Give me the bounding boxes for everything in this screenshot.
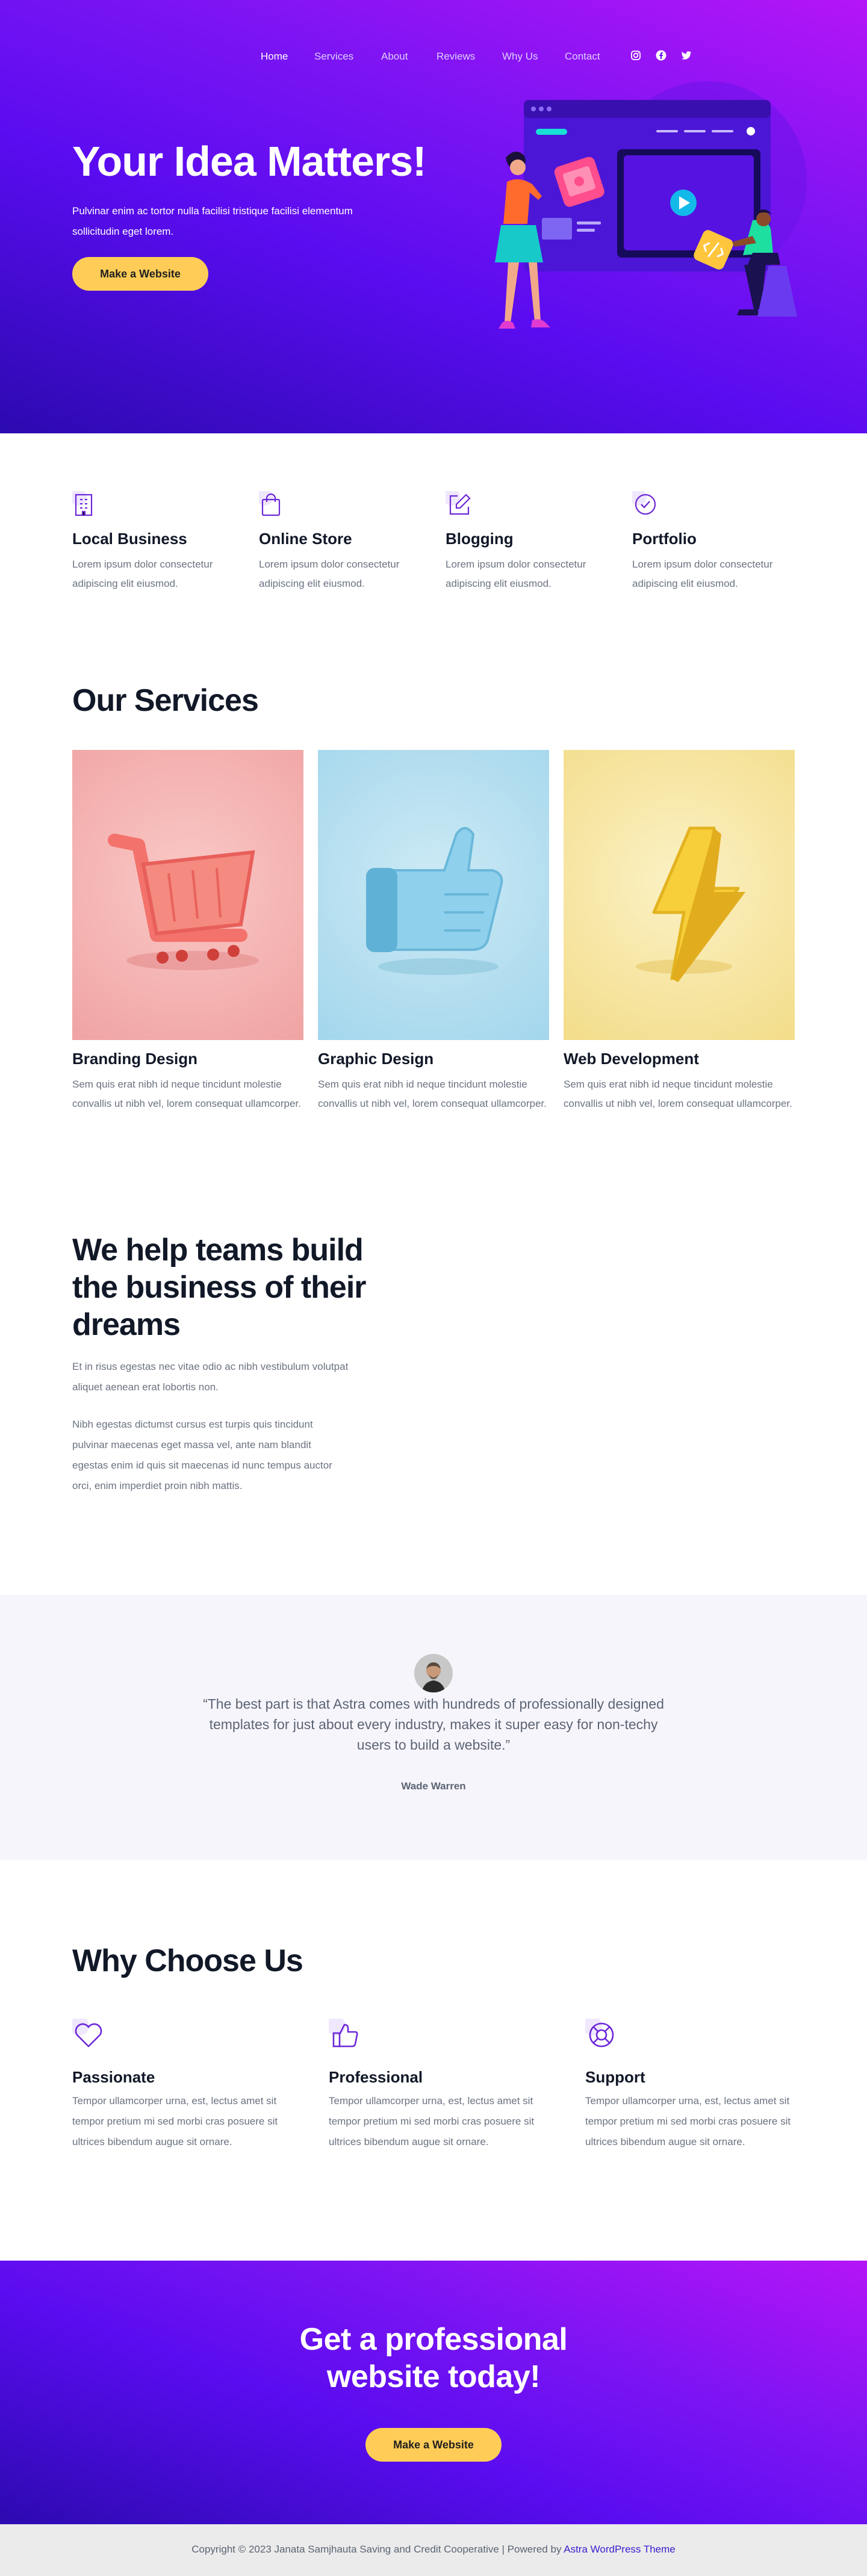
testimonial-author: Wade Warren: [401, 1780, 466, 1792]
shopping-cart-image: [72, 750, 303, 1040]
feature-blogging: Blogging Lorem ipsum dolor consectetur a…: [443, 489, 614, 589]
nav-home[interactable]: Home: [261, 51, 288, 63]
service-card-web[interactable]: Web Development Sem quis erat nibh id ne…: [564, 750, 795, 1109]
why-item-title: Professional: [329, 2068, 423, 2086]
feature-text: Lorem ipsum dolor consectetur adipiscing…: [446, 559, 586, 589]
why-title: Why Choose Us: [72, 1943, 303, 1978]
help-title: We help teams build the business of thei…: [72, 1233, 367, 1342]
service-title: Graphic Design: [318, 1050, 434, 1068]
nav-services[interactable]: Services: [314, 51, 353, 63]
why-item-passionate: Passionate Tempor ullamcorper urna, est,…: [70, 2016, 283, 2147]
nav-about[interactable]: About: [381, 51, 408, 63]
service-text: Sem quis erat nibh id neque tincidunt mo…: [72, 1079, 301, 1109]
service-text: Sem quis erat nibh id neque tincidunt mo…: [564, 1079, 792, 1109]
feature-title: Local Business: [72, 530, 187, 548]
hero-title: Your Idea Matters!: [72, 138, 426, 185]
hero-section: Home Services About Reviews Why Us Conta…: [0, 0, 867, 433]
cta-title: Get a professional website today!: [299, 2322, 568, 2394]
main-nav: Home Services About Reviews Why Us Conta…: [0, 48, 867, 66]
service-card-graphic[interactable]: Graphic Design Sem quis erat nibh id neq…: [318, 750, 549, 1109]
feature-local-business: Local Business Lorem ipsum dolor consect…: [70, 489, 241, 589]
feature-title: Online Store: [259, 530, 352, 548]
feature-text: Lorem ipsum dolor consectetur adipiscing…: [72, 559, 213, 589]
why-item-support: Support Tempor ullamcorper urna, est, le…: [583, 2016, 796, 2147]
building-icon: [70, 489, 99, 518]
feature-text: Lorem ipsum dolor consectetur adipiscing…: [632, 559, 773, 589]
make-website-button[interactable]: Make a Website: [72, 257, 208, 291]
feature-title: Portfolio: [632, 530, 697, 548]
testimonial-quote: “The best part is that Astra comes with …: [203, 1696, 664, 1753]
thumbs-up-icon: [326, 2016, 361, 2051]
why-item-title: Passionate: [72, 2068, 155, 2086]
feature-title: Blogging: [446, 530, 514, 548]
service-title: Branding Design: [72, 1050, 198, 1068]
theme-link[interactable]: Astra WordPress Theme: [564, 2543, 676, 2555]
feature-text: Lorem ipsum dolor consectetur adipiscing…: [259, 559, 400, 589]
service-title: Web Development: [564, 1050, 699, 1068]
nav-reviews[interactable]: Reviews: [437, 51, 475, 63]
badge-check-icon: [630, 489, 659, 518]
why-item-text: Tempor ullamcorper urna, est, lectus ame…: [585, 2095, 791, 2147]
help-paragraph-1: Et in risus egestas nec vitae odio ac ni…: [72, 1361, 349, 1393]
service-text: Sem quis erat nibh id neque tincidunt mo…: [318, 1079, 547, 1109]
facebook-icon[interactable]: [655, 49, 668, 63]
heart-icon: [70, 2016, 105, 2051]
services-title: Our Services: [72, 683, 259, 718]
lifebuoy-icon: [583, 2016, 618, 2051]
service-card-branding[interactable]: Branding Design Sem quis erat nibh id ne…: [72, 750, 303, 1109]
thumbs-up-image: [318, 750, 549, 1040]
avatar: [414, 1654, 453, 1692]
twitter-icon[interactable]: [680, 49, 694, 63]
feature-online-store: Online Store Lorem ipsum dolor consectet…: [256, 489, 427, 589]
edit-icon: [443, 489, 472, 518]
copyright-text: Copyright © 2023 Janata Samjhauta Saving…: [191, 2543, 562, 2555]
why-item-professional: Professional Tempor ullamcorper urna, es…: [326, 2016, 539, 2147]
help-paragraph-2: Nibh egestas dictumst cursus est turpis …: [72, 1419, 332, 1491]
hero-illustration: [470, 78, 807, 367]
shopping-bag-icon: [256, 489, 285, 518]
feature-portfolio: Portfolio Lorem ipsum dolor consectetur …: [630, 489, 801, 589]
cta-make-website-button[interactable]: Make a Website: [365, 2428, 502, 2462]
why-item-text: Tempor ullamcorper urna, est, lectus ame…: [329, 2095, 535, 2147]
nav-why-us[interactable]: Why Us: [502, 51, 538, 63]
lightning-image: [564, 750, 795, 1040]
footer-copyright: Copyright © 2023 Janata Samjhauta Saving…: [0, 2543, 867, 2556]
why-item-title: Support: [585, 2068, 645, 2086]
hero-subtitle: Pulvinar enim ac tortor nulla facilisi t…: [72, 205, 353, 237]
why-item-text: Tempor ullamcorper urna, est, lectus ame…: [72, 2095, 278, 2147]
instagram-icon[interactable]: [630, 49, 643, 63]
nav-contact[interactable]: Contact: [565, 51, 600, 63]
